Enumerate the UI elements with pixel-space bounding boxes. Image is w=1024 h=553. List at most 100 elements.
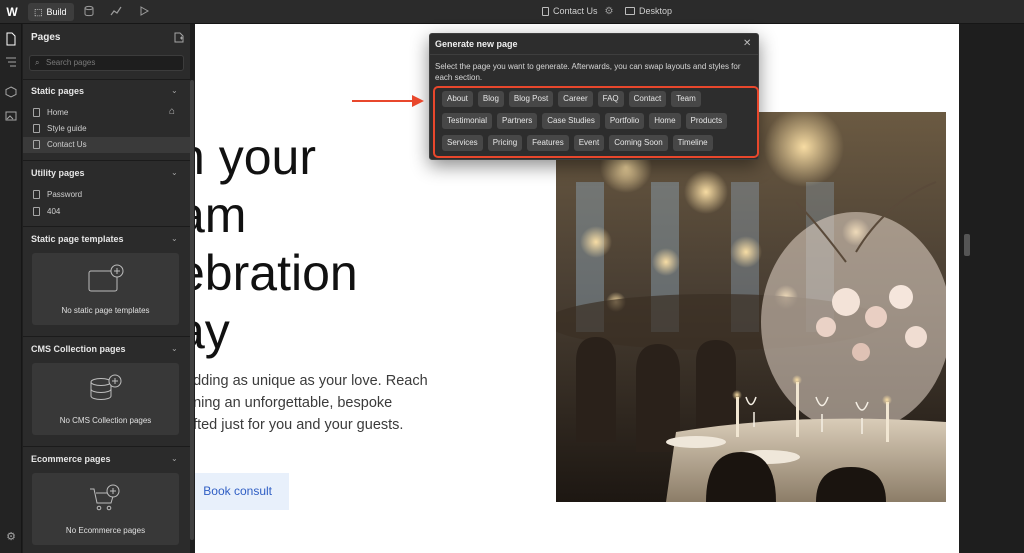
chevron-down-icon[interactable]: ⌄ — [171, 234, 178, 243]
section-utility-pages[interactable]: Utility pages — [31, 168, 85, 178]
chip-testimonial[interactable]: Testimonial — [442, 113, 493, 129]
page-item-404[interactable]: 404 — [23, 204, 190, 220]
hero-heading: n your am ebration ay — [195, 129, 358, 359]
empty-cms-box: No CMS Collection pages — [32, 363, 179, 435]
assets-icon[interactable] — [4, 110, 18, 124]
build-label: Build — [46, 7, 67, 17]
panel-scrollbar[interactable] — [190, 80, 194, 540]
chip-event[interactable]: Event — [573, 135, 605, 151]
page-item-label: Home — [47, 108, 69, 117]
empty-ecommerce-text: No Ecommerce pages — [65, 526, 146, 535]
section-cms-collection-pages[interactable]: CMS Collection pages — [31, 344, 126, 354]
breakpoint-label: Desktop — [639, 6, 673, 16]
chip-home[interactable]: Home — [649, 113, 681, 129]
page-item-label: Style guide — [47, 124, 87, 133]
generate-new-page-dialog: Generate new page ✕ Select the page you … — [429, 33, 759, 160]
chevron-down-icon[interactable]: ⌄ — [171, 454, 178, 463]
section-static-page-templates[interactable]: Static page templates — [31, 234, 124, 244]
home-icon: ⌂ — [169, 106, 176, 117]
current-page-name: Contact Us — [553, 6, 598, 16]
empty-cms-text: No CMS Collection pages — [59, 416, 152, 425]
chip-about[interactable]: About — [442, 91, 473, 107]
search-placeholder: Search pages — [46, 58, 96, 67]
empty-templates-text: No static page templates — [61, 306, 150, 315]
top-bar: W ⬚ Build Contact Us ⚙ Desktop — [0, 0, 1024, 24]
chip-services[interactable]: Services — [442, 135, 483, 151]
chip-coming-soon[interactable]: Coming Soon — [609, 135, 668, 151]
current-page-selector[interactable]: Contact Us — [542, 6, 598, 16]
page-icon — [33, 207, 40, 216]
hero-paragraph: edding as unique as your love. Reach nni… — [195, 373, 428, 433]
chip-case-studies[interactable]: Case Studies — [542, 113, 600, 129]
wedding-reception-image — [556, 112, 946, 502]
page-template-icon — [88, 264, 124, 292]
divider — [23, 160, 190, 161]
analytics-icon[interactable] — [109, 5, 123, 19]
empty-templates-box: No static page templates — [32, 253, 179, 325]
page-item-contact-us[interactable]: Contact Us — [23, 137, 190, 153]
chevron-down-icon[interactable]: ⌄ — [171, 168, 178, 177]
divider — [430, 54, 758, 55]
right-panel-strip — [959, 24, 1024, 553]
page-item-style-guide[interactable]: Style guide — [23, 121, 190, 137]
database-icon — [90, 374, 122, 401]
cursor-icon: ⬚ — [34, 6, 43, 17]
database-icon[interactable] — [82, 5, 96, 19]
close-icon[interactable]: ✕ — [743, 38, 751, 49]
chip-partners[interactable]: Partners — [497, 113, 538, 129]
desktop-icon — [625, 7, 635, 15]
page-icon — [33, 190, 40, 199]
chip-team[interactable]: Team — [671, 91, 701, 107]
book-consult-button[interactable]: Book consult — [195, 473, 289, 510]
search-icon: ⌕ — [35, 58, 40, 67]
chip-blog-post[interactable]: Blog Post — [508, 91, 554, 107]
highlight-frame: About Blog Blog Post Career FAQ Contact … — [433, 86, 759, 158]
pages-panel: Pages ⌕ Search pages Static pages ⌄ Home… — [23, 24, 190, 553]
dialog-title: Generate new page — [435, 39, 518, 49]
breakpoint-selector[interactable]: Desktop — [625, 6, 672, 16]
page-item-home[interactable]: Home ⌂ — [23, 105, 190, 121]
webflow-logo-icon[interactable]: W — [4, 4, 20, 20]
page-item-label: Contact Us — [47, 140, 87, 149]
chevron-down-icon[interactable]: ⌄ — [171, 86, 178, 95]
chip-faq[interactable]: FAQ — [597, 91, 624, 107]
page-item-label: 404 — [47, 207, 61, 216]
pages-icon[interactable] — [4, 32, 18, 46]
add-page-icon[interactable] — [174, 32, 184, 46]
resize-handle[interactable] — [964, 234, 970, 256]
chip-timeline[interactable]: Timeline — [672, 135, 713, 151]
divider — [23, 446, 190, 447]
chip-products[interactable]: Products — [685, 113, 728, 129]
settings-gear-icon[interactable]: ⚙ — [602, 5, 616, 19]
chip-contact[interactable]: Contact — [628, 91, 667, 107]
page-item-label: Password — [47, 190, 83, 199]
page-icon — [33, 108, 40, 117]
chevron-down-icon[interactable]: ⌄ — [171, 344, 178, 353]
chip-blog[interactable]: Blog — [477, 91, 504, 107]
settings-icon[interactable]: ⚙ — [4, 530, 18, 544]
chip-features[interactable]: Features — [527, 135, 569, 151]
annotation-arrow-icon — [352, 95, 424, 107]
panel-title: Pages — [31, 32, 61, 43]
cart-icon — [90, 484, 120, 511]
build-mode-button[interactable]: ⬚ Build — [28, 3, 74, 21]
page-item-password[interactable]: Password — [23, 187, 190, 203]
navigator-icon[interactable] — [4, 56, 18, 70]
section-ecommerce-pages[interactable]: Ecommerce pages — [31, 454, 111, 464]
section-static-pages[interactable]: Static pages — [31, 86, 84, 96]
page-icon — [33, 124, 40, 133]
chip-career[interactable]: Career — [558, 91, 593, 107]
empty-ecommerce-box: No Ecommerce pages — [32, 473, 179, 545]
page-icon — [542, 6, 549, 16]
search-pages-input[interactable]: ⌕ Search pages — [29, 55, 184, 71]
left-rail: ⚙ — [0, 24, 22, 553]
divider — [23, 79, 190, 80]
page-icon — [33, 140, 40, 149]
divider — [23, 336, 190, 337]
chip-pricing[interactable]: Pricing — [487, 135, 523, 151]
play-icon[interactable] — [137, 5, 151, 19]
components-icon[interactable] — [4, 86, 18, 100]
dialog-description: Select the page you want to generate. Af… — [435, 62, 741, 82]
divider — [23, 226, 190, 227]
chip-portfolio[interactable]: Portfolio — [604, 113, 645, 129]
